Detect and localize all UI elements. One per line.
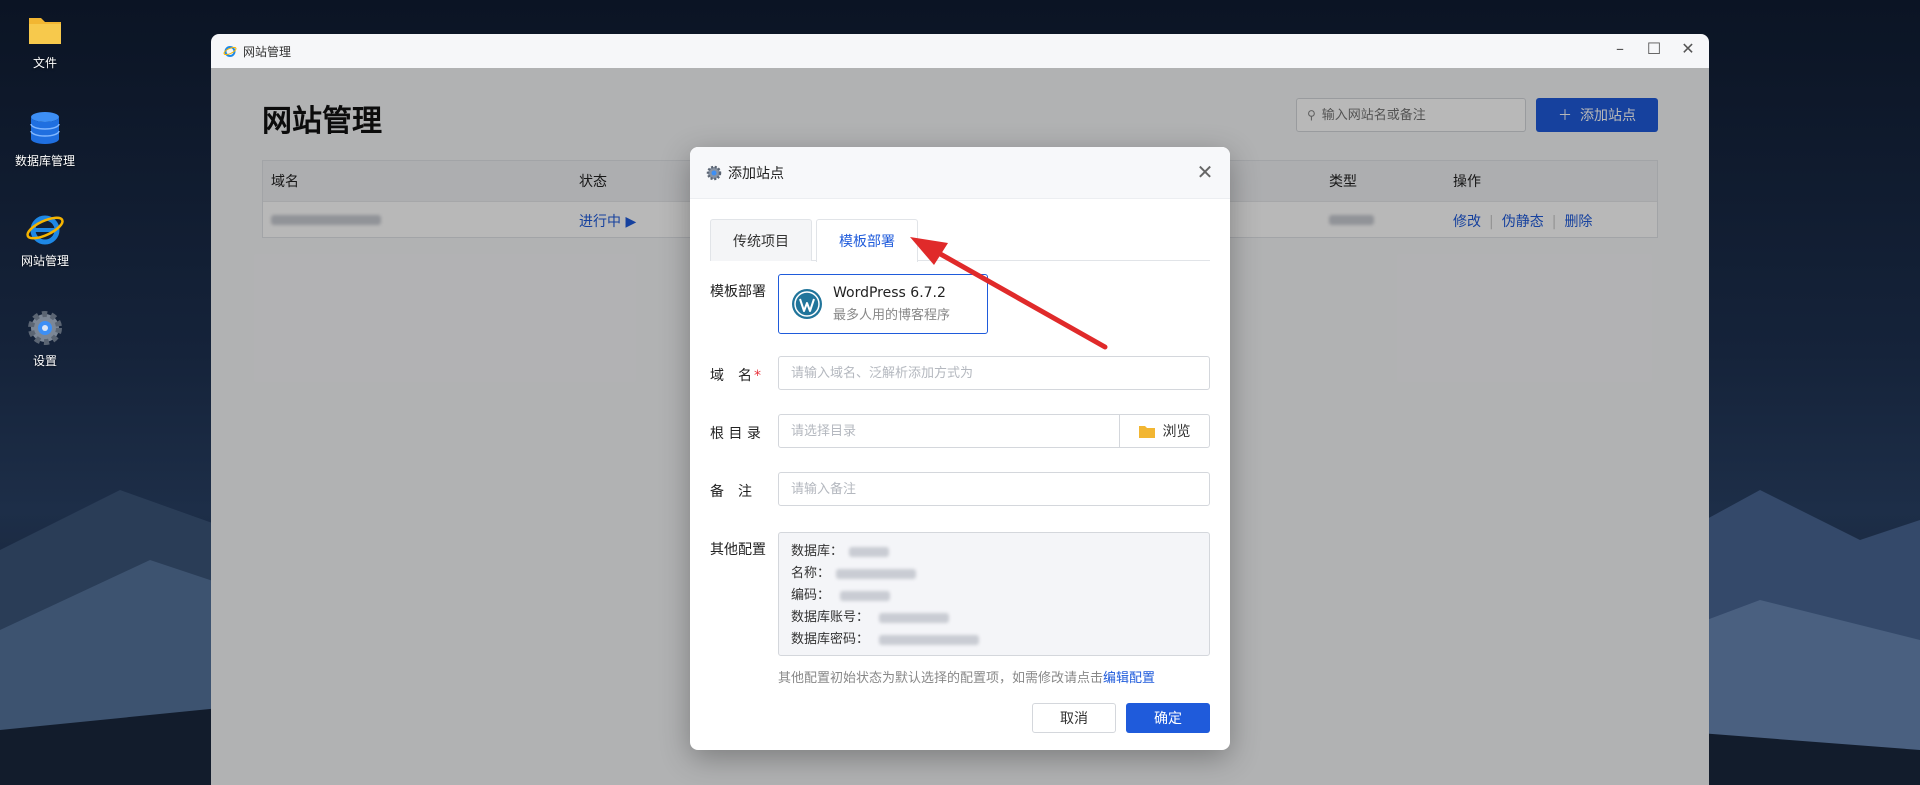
desktop-icon-websites[interactable]: 网站管理 xyxy=(0,208,90,269)
browse-button[interactable]: 浏览 xyxy=(1119,415,1209,447)
folder-icon xyxy=(29,18,61,44)
desktop-icon-label: 设置 xyxy=(32,354,57,368)
config-name-label: 名称： xyxy=(791,566,831,581)
remark-input[interactable] xyxy=(779,473,1209,505)
config-encoding: 编码： xyxy=(791,585,1197,607)
domain-label: 域 名 * xyxy=(710,365,761,385)
folder-icon xyxy=(1138,426,1155,438)
config-encoding-label: 编码： xyxy=(791,588,831,603)
cancel-button[interactable]: 取消 xyxy=(1032,703,1116,733)
desktop-icon-files[interactable]: 文件 xyxy=(0,10,90,71)
browse-label: 浏览 xyxy=(1162,424,1191,440)
annotation-arrow-icon xyxy=(910,237,1108,350)
desktop-icon-label: 网站管理 xyxy=(20,254,69,268)
desktop-icon-label: 数据库管理 xyxy=(14,154,75,168)
settings-gear-icon xyxy=(706,165,722,180)
config-db: 数据库： xyxy=(791,541,1197,563)
desktop-icon-label: 文件 xyxy=(32,56,57,70)
root-dir-input[interactable] xyxy=(779,415,1119,447)
other-config-box: 数据库： 名称： 编码： 数据库账号： 数据库密码： xyxy=(778,532,1210,656)
dialog-header: 添加站点 xyxy=(690,147,1230,199)
other-config-label: 其他配置 xyxy=(710,542,766,558)
dialog-title: 添加站点 xyxy=(728,165,784,182)
config-name: 名称： xyxy=(791,563,1197,585)
ie-browser-icon xyxy=(223,46,237,57)
remark-label: 备 注 xyxy=(710,484,752,500)
ie-browser-icon xyxy=(26,215,64,245)
wordpress-icon xyxy=(792,289,822,319)
minimize-button[interactable]: – xyxy=(1611,40,1629,58)
hint-text: 其他配置初始状态为默认选择的配置项，如需修改请点击 xyxy=(778,671,1104,686)
domain-field[interactable] xyxy=(778,356,1210,390)
database-icon xyxy=(30,112,60,144)
root-dir-field[interactable]: 浏览 xyxy=(778,414,1210,448)
remark-field[interactable] xyxy=(778,472,1210,506)
confirm-button[interactable]: 确定 xyxy=(1126,703,1210,733)
config-account: 数据库账号： xyxy=(791,607,1197,629)
root-dir-label: 根 目 录 xyxy=(710,426,761,442)
config-password-label: 数据库密码： xyxy=(791,632,870,647)
tab-traditional[interactable]: 传统项目 xyxy=(710,219,812,261)
template-label: 模板部署 xyxy=(710,284,766,300)
close-icon[interactable]: ✕ xyxy=(1196,162,1214,182)
gear-icon xyxy=(28,311,62,345)
required-mark: * xyxy=(754,368,761,384)
desktop-icon-settings[interactable]: 设置 xyxy=(0,308,90,369)
edit-config-link[interactable]: 编辑配置 xyxy=(1103,671,1155,686)
domain-input[interactable] xyxy=(779,357,1209,389)
maximize-button[interactable]: ☐ xyxy=(1645,40,1663,58)
config-db-label: 数据库： xyxy=(791,544,844,559)
window-controls: – ☐ ✕ xyxy=(1611,40,1697,58)
window-title: 网站管理 xyxy=(243,44,292,59)
close-window-button[interactable]: ✕ xyxy=(1679,40,1697,58)
config-hint: 其他配置初始状态为默认选择的配置项，如需修改请点击编辑配置 xyxy=(778,667,1155,686)
window-titlebar[interactable]: 网站管理 xyxy=(211,34,1709,68)
domain-label-text: 域 名 xyxy=(710,368,752,384)
desktop-icon-database[interactable]: 数据库管理 xyxy=(0,108,90,169)
config-password: 数据库密码： xyxy=(791,629,1197,651)
config-account-label: 数据库账号： xyxy=(791,610,870,625)
